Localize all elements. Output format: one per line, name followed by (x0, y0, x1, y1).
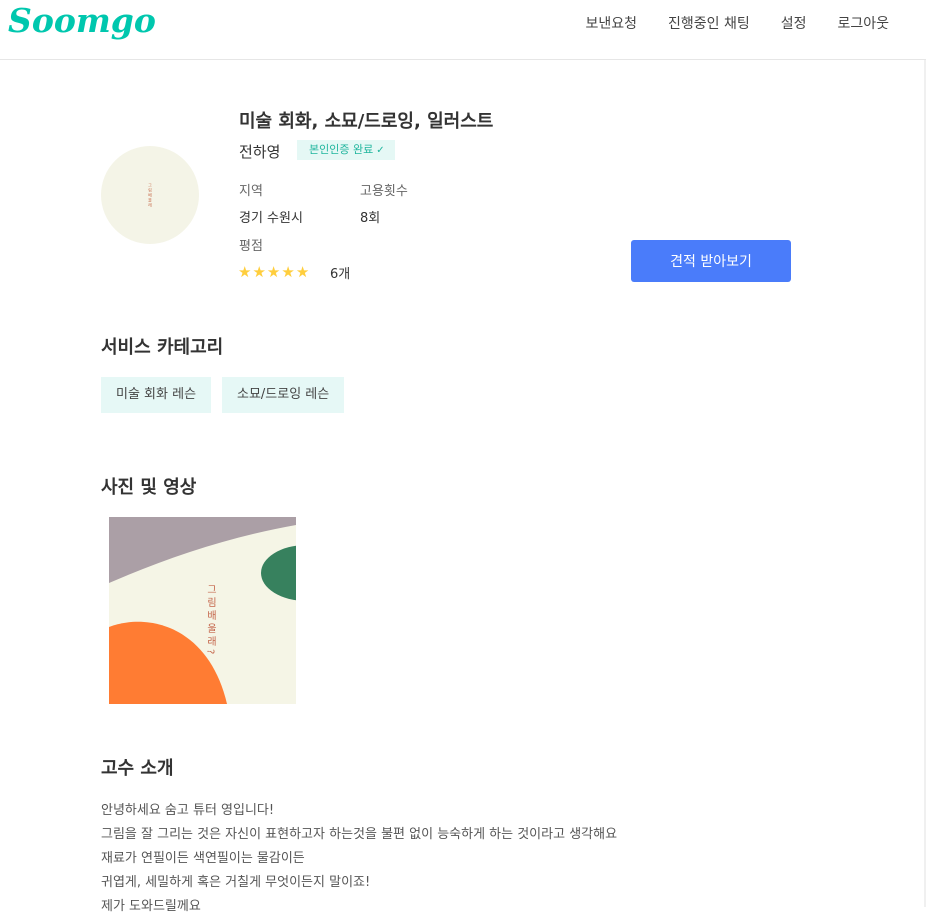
category-tag-painting[interactable]: 미술 회화 레슨 (101, 377, 212, 413)
region-value: 경기 수원시 (239, 211, 303, 226)
category-tag-drawing[interactable]: 소묘/드로잉 레슨 (222, 377, 345, 413)
star-icon: ★ (238, 263, 252, 281)
photo-thumbnail[interactable]: 그림배울래? (109, 517, 296, 704)
avatar-text: 그림배울래 (148, 182, 153, 208)
pro-name: 전하영 (239, 143, 281, 161)
nav-settings[interactable]: 설정 (781, 15, 807, 33)
review-count[interactable]: 6개 (330, 263, 350, 282)
star-icon: ★ (281, 263, 295, 281)
hires-value: 8회 (360, 211, 381, 226)
verified-label: 본인인증 완료 (309, 143, 374, 156)
soomgo-logo[interactable]: Soomgo (8, 1, 156, 40)
hires-label: 고용횟수 (360, 184, 408, 199)
nav-active-chats[interactable]: 진행중인 채팅 (668, 15, 750, 33)
verified-badge: 본인인증 완료 ✓ (297, 140, 395, 160)
star-icon: ★ (266, 263, 281, 281)
profile-avatar: 그림배울래 (101, 146, 199, 244)
get-quote-button[interactable]: 견적 받아보기 (631, 240, 791, 282)
rating-stars: ★ ★ ★ ★ ★ (238, 263, 309, 281)
photo-caption: 그림배울래? (205, 584, 217, 657)
nav-logout[interactable]: 로그아웃 (837, 15, 889, 33)
rating-label: 평점 (239, 239, 263, 254)
intro-line: 귀엽게, 세밀하게 혹은 거칠게 무엇이든지 말이죠! (101, 875, 371, 890)
intro-line: 제가 도와드릴께요 (101, 899, 201, 914)
service-category-heading: 서비스 카테고리 (101, 337, 224, 358)
media-heading: 사진 및 영상 (101, 477, 197, 498)
nav-sent-requests[interactable]: 보낸요청 (585, 15, 637, 33)
intro-text: 안녕하세요 숨고 튜터 영입니다! 그림을 잘 그리는 것은 자신이 표현하고자… (101, 799, 617, 919)
top-nav: 보낸요청 진행중인 채팅 설정 로그아웃 (585, 15, 889, 33)
intro-line: 그림을 잘 그리는 것은 자신이 표현하고자 하는것을 불편 없이 능숙하게 하… (101, 827, 618, 842)
service-title: 미술 회화, 소묘/드로잉, 일러스트 (239, 111, 494, 132)
intro-line: 재료가 연필이든 색연필이는 물감이든 (101, 851, 305, 866)
intro-heading: 고수 소개 (101, 758, 174, 779)
photo-artwork: 그림배울래? (109, 517, 296, 704)
intro-line: 안녕하세요 숨고 튜터 영입니다! (101, 803, 275, 818)
star-icon: ★ (252, 263, 266, 281)
region-label: 지역 (239, 184, 263, 199)
top-header: Soomgo 보낸요청 진행중인 채팅 설정 로그아웃 (0, 0, 926, 60)
check-icon: ✓ (376, 145, 385, 156)
star-icon: ★ (295, 263, 310, 281)
